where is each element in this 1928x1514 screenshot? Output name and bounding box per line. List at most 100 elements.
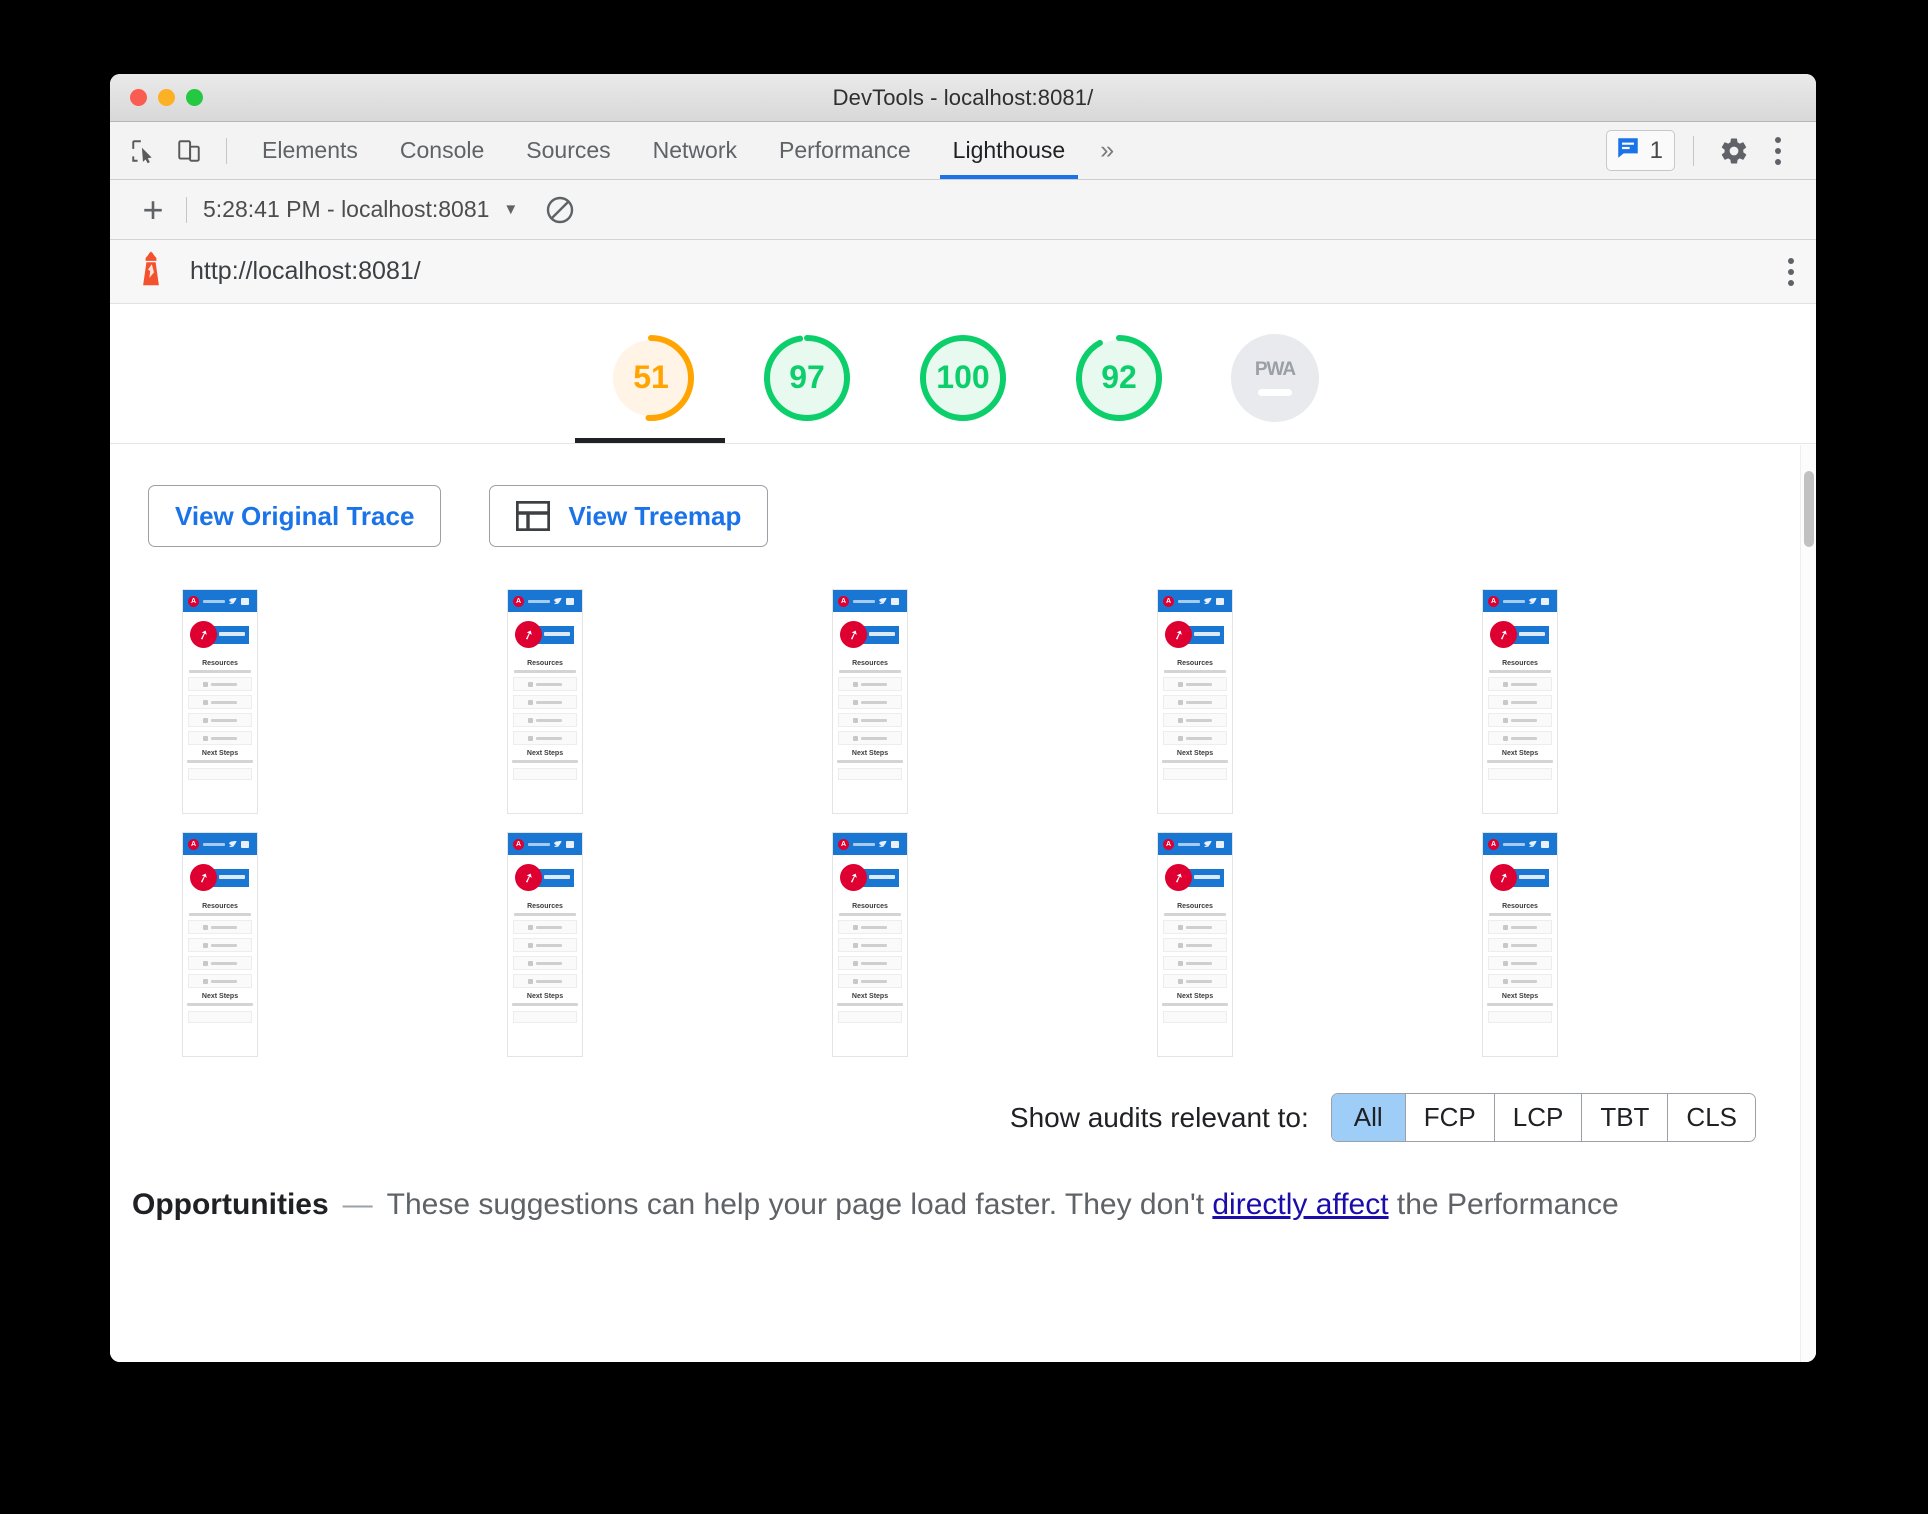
report-scrollbar[interactable] [1800, 445, 1816, 1362]
filter-cls[interactable]: CLS [1668, 1094, 1755, 1141]
resource-card[interactable] [513, 920, 577, 934]
inspect-cursor-icon[interactable] [120, 128, 166, 174]
resources-heading: Resources [202, 903, 238, 910]
resource-card[interactable] [838, 731, 902, 745]
tab-sources[interactable]: Sources [505, 122, 631, 179]
filter-tbt[interactable]: TBT [1582, 1094, 1669, 1141]
resource-card[interactable] [1163, 677, 1227, 691]
filter-all[interactable]: All [1331, 1094, 1406, 1141]
filmstrip-thumbnail[interactable]: A ➚ Resources Next Steps [1157, 832, 1233, 1057]
new-component-card[interactable] [1163, 768, 1227, 780]
resource-card[interactable] [838, 974, 902, 988]
new-component-card[interactable] [188, 1011, 252, 1023]
resource-card[interactable] [838, 695, 902, 709]
new-report-button[interactable]: + [128, 191, 178, 228]
more-tabs-icon[interactable]: » [1086, 136, 1128, 165]
filmstrip-thumbnail[interactable]: A ➚ Resources Next Steps [1157, 589, 1233, 814]
resource-card[interactable] [513, 956, 577, 970]
console-messages-button[interactable]: 1 [1605, 130, 1675, 171]
kebab-menu-icon[interactable] [1788, 257, 1794, 286]
filmstrip-thumbnail[interactable]: A ➚ Resources Next Steps [832, 832, 908, 1057]
gauge-best-practices[interactable]: 100 [915, 330, 1011, 426]
resource-card[interactable] [1163, 695, 1227, 709]
directly-affect-link[interactable]: directly affect [1212, 1188, 1388, 1221]
page-header-title [853, 599, 875, 603]
tab-network[interactable]: Network [632, 122, 758, 179]
filter-lcp[interactable]: LCP [1494, 1094, 1583, 1141]
tab-performance[interactable]: Performance [758, 122, 932, 179]
clear-all-icon[interactable] [544, 194, 576, 226]
new-component-card[interactable] [1163, 1011, 1227, 1023]
new-component-card[interactable] [188, 768, 252, 780]
tab-elements[interactable]: Elements [241, 122, 379, 179]
report-selector-label: 5:28:41 PM - localhost:8081 [203, 196, 490, 222]
resource-card[interactable] [513, 695, 577, 709]
opportunities-description: These suggestions can help your page loa… [387, 1188, 1619, 1222]
filmstrip-cell: A ➚ Resources Next Steps [1482, 589, 1807, 814]
resource-card[interactable] [1163, 713, 1227, 727]
report-selector[interactable]: 5:28:41 PM - localhost:8081 ▼ [203, 196, 518, 223]
report-scrollbar-thumb[interactable] [1804, 471, 1814, 547]
resource-card[interactable] [838, 938, 902, 952]
resource-card[interactable] [838, 956, 902, 970]
resource-card[interactable] [1488, 731, 1552, 745]
resource-card[interactable] [188, 920, 252, 934]
devtools-tabbar: Elements Console Sources Network Perform… [110, 122, 1816, 180]
resource-card[interactable] [1163, 920, 1227, 934]
resource-card[interactable] [188, 731, 252, 745]
resource-card[interactable] [1488, 713, 1552, 727]
filmstrip-thumbnail[interactable]: A ➚ Resources Next Steps [507, 589, 583, 814]
resource-card[interactable] [1488, 677, 1552, 691]
gauge-pwa[interactable]: PWA [1227, 330, 1323, 426]
device-toolbar-icon[interactable] [166, 128, 212, 174]
new-component-card[interactable] [1488, 768, 1552, 780]
new-component-card[interactable] [513, 1011, 577, 1023]
gauge-accessibility[interactable]: 97 [759, 330, 855, 426]
filmstrip-thumbnail[interactable]: A ➚ Resources Next Steps [1482, 832, 1558, 1057]
resource-card[interactable] [188, 695, 252, 709]
filmstrip-thumbnail[interactable]: A ➚ Resources Next Steps [832, 589, 908, 814]
view-original-trace-button[interactable]: View Original Trace [148, 485, 442, 547]
resource-card[interactable] [838, 677, 902, 691]
resource-card[interactable] [1488, 938, 1552, 952]
resource-card[interactable] [1163, 731, 1227, 745]
resource-card[interactable] [1488, 956, 1552, 970]
resource-card[interactable] [1163, 974, 1227, 988]
resource-card[interactable] [1488, 974, 1552, 988]
resource-card[interactable] [838, 920, 902, 934]
filmstrip-cell: A ➚ Resources Next Steps [832, 589, 1157, 814]
filmstrip-cell: A ➚ Resources Next Steps [182, 589, 507, 814]
resource-card[interactable] [188, 677, 252, 691]
resource-card[interactable] [513, 938, 577, 952]
filter-fcp[interactable]: FCP [1405, 1094, 1495, 1141]
resource-card[interactable] [513, 974, 577, 988]
filmstrip-thumbnail[interactable]: A ➚ Resources Next Steps [182, 589, 258, 814]
filmstrip-thumbnail[interactable]: A ➚ Resources Next Steps [182, 832, 258, 1057]
resource-card[interactable] [188, 974, 252, 988]
gear-icon[interactable] [1712, 129, 1756, 173]
resource-card[interactable] [513, 713, 577, 727]
filmstrip-thumbnail[interactable]: A ➚ Resources Next Steps [507, 832, 583, 1057]
kebab-menu-icon[interactable] [1756, 129, 1800, 173]
resource-card[interactable] [188, 956, 252, 970]
resource-card[interactable] [1163, 956, 1227, 970]
resource-card[interactable] [838, 713, 902, 727]
gauge-performance[interactable]: 51 [603, 330, 699, 426]
new-component-card[interactable] [838, 1011, 902, 1023]
resource-card[interactable] [1163, 938, 1227, 952]
resource-card[interactable] [1488, 695, 1552, 709]
resource-card[interactable] [513, 677, 577, 691]
resource-card[interactable] [513, 731, 577, 745]
resource-card[interactable] [188, 713, 252, 727]
resource-card[interactable] [1488, 920, 1552, 934]
new-component-card[interactable] [838, 768, 902, 780]
filmstrip-thumbnail[interactable]: A ➚ Resources Next Steps [1482, 589, 1558, 814]
tab-lighthouse[interactable]: Lighthouse [932, 122, 1087, 179]
tab-console[interactable]: Console [379, 122, 505, 179]
hero-section: ➚ [183, 855, 257, 901]
view-treemap-button[interactable]: View Treemap [489, 485, 769, 547]
gauge-seo[interactable]: 92 [1071, 330, 1167, 426]
new-component-card[interactable] [1488, 1011, 1552, 1023]
resource-card[interactable] [188, 938, 252, 952]
new-component-card[interactable] [513, 768, 577, 780]
